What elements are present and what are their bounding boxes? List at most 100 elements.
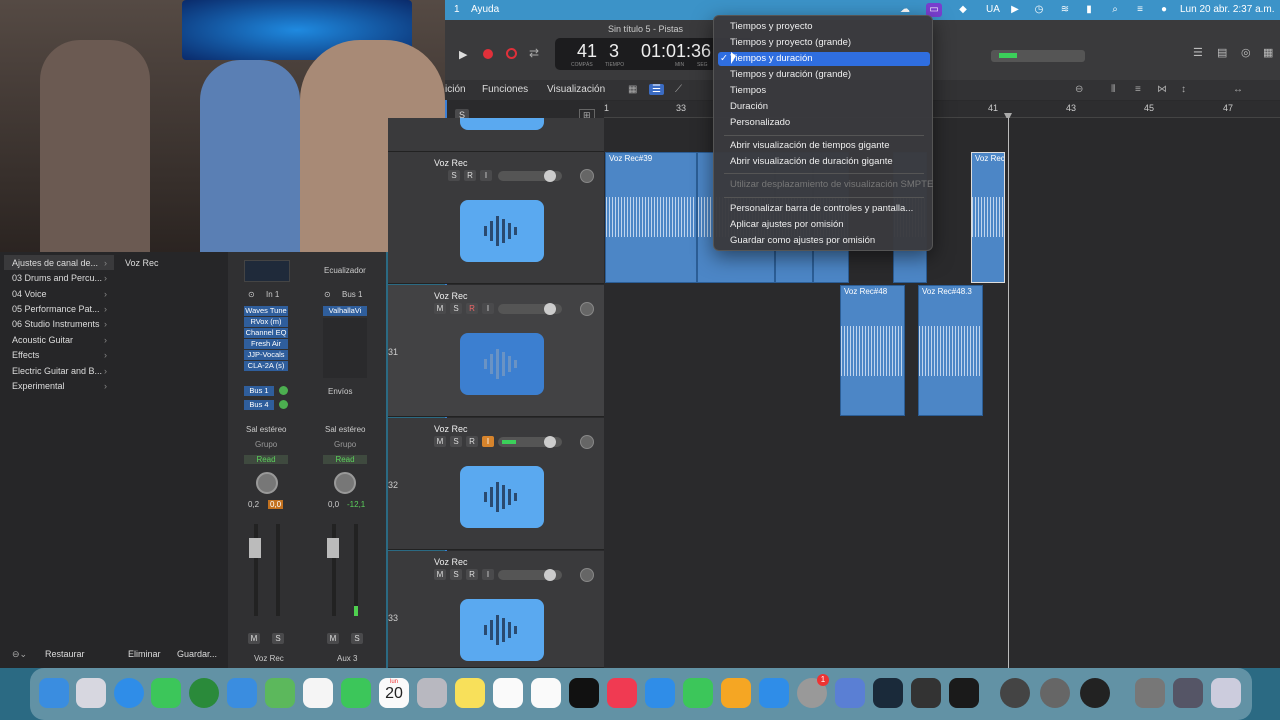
link-icon[interactable]: ⊙ — [248, 290, 255, 299]
input-monitor-button[interactable]: I — [482, 436, 494, 447]
save-button[interactable]: Guardar... — [177, 649, 217, 659]
menu-item[interactable]: Duración — [718, 100, 930, 114]
send-knob[interactable] — [279, 400, 288, 409]
functions-menu[interactable]: Funciones — [482, 84, 528, 95]
track-header[interactable]: Voz Rec S R I — [388, 152, 604, 284]
track-header[interactable]: Voz Rec M S R I 33 — [388, 551, 604, 668]
menu-item[interactable]: Tiempos y proyecto — [718, 20, 930, 34]
list-view-icon[interactable]: ☰ — [649, 84, 664, 95]
clock[interactable]: Lun 20 abr. 2:37 a.m. — [1180, 4, 1275, 15]
audio-app-icon[interactable] — [873, 678, 903, 708]
library-item[interactable]: Acoustic Guitar — [12, 335, 73, 345]
track-volume-slider[interactable] — [498, 170, 562, 182]
library-item[interactable]: Electric Guitar and B... — [12, 366, 102, 376]
track-volume-slider[interactable] — [498, 436, 562, 448]
grid-icon[interactable]: ▦ — [628, 84, 637, 95]
menu-item[interactable]: Tiempos y duración (grande) — [718, 68, 930, 82]
menu-item[interactable]: Guardar como ajustes por omisión — [718, 234, 930, 248]
pan-value[interactable]: 0,2 — [248, 500, 259, 509]
solo-button[interactable]: S — [448, 170, 460, 181]
pan-knob[interactable] — [580, 302, 594, 316]
messages-icon[interactable] — [151, 678, 181, 708]
app-icon[interactable] — [949, 678, 979, 708]
trash-icon[interactable] — [1211, 678, 1241, 708]
edit-menu[interactable]: ición — [445, 84, 466, 95]
solo-button[interactable]: S — [351, 633, 363, 644]
eq-thumbnail[interactable] — [244, 260, 290, 282]
menu-item[interactable]: Personalizado — [718, 116, 930, 130]
menu-item[interactable]: Personalizar barra de controles y pantal… — [718, 202, 930, 216]
input-slot[interactable]: Bus 1 — [342, 290, 362, 299]
record-enable-button[interactable]: R — [466, 303, 478, 314]
pan-knob[interactable] — [334, 472, 356, 494]
track-volume-slider[interactable] — [498, 569, 562, 581]
music-icon[interactable] — [607, 678, 637, 708]
track-name[interactable]: Voz Rec — [434, 424, 468, 434]
master-volume-slider[interactable] — [991, 50, 1085, 62]
timeline-ruler[interactable]: 1 33 41 43 45 47 — [604, 101, 1280, 121]
photos-icon[interactable] — [303, 678, 333, 708]
menu-item-help[interactable]: Ayuda — [471, 4, 499, 15]
diamond-icon[interactable]: ◆ — [956, 3, 970, 17]
send-slot[interactable]: Bus 4 — [244, 400, 274, 410]
library-selected[interactable]: Voz Rec — [125, 258, 159, 268]
solo-button[interactable]: S — [272, 633, 284, 644]
plugin-slot[interactable]: ValhallaVi — [323, 306, 367, 316]
menu-item[interactable]: Tiempos y proyecto (grande) — [718, 36, 930, 50]
fader-handle[interactable] — [249, 538, 261, 558]
track-volume-slider[interactable] — [498, 303, 562, 315]
play-circle-icon[interactable]: ▶ — [1008, 3, 1022, 17]
reminders-icon[interactable] — [493, 678, 523, 708]
input-source[interactable]: UA — [986, 4, 1000, 15]
library-item[interactable]: 05 Performance Pat... — [12, 304, 100, 314]
record-enable-button[interactable]: R — [464, 170, 476, 181]
snap-icon[interactable]: ⊖ — [1075, 84, 1083, 95]
track-header-partial[interactable] — [388, 118, 604, 152]
mute-button[interactable]: M — [434, 436, 446, 447]
contacts-icon[interactable] — [417, 678, 447, 708]
library-item[interactable]: 03 Drums and Percu... — [12, 273, 102, 283]
library-header[interactable]: Ajustes de canal de... — [12, 258, 98, 268]
chrome-icon[interactable] — [189, 678, 219, 708]
menu-item[interactable]: Abrir visualización de tiempos gigante — [718, 139, 930, 153]
plugin-slot[interactable]: JJP-Vocals — [244, 350, 288, 360]
system-settings-icon[interactable]: 1 — [797, 674, 829, 708]
note-pad-icon[interactable]: ▤ — [1217, 46, 1227, 59]
group-slot[interactable]: Grupo — [255, 440, 277, 449]
mute-button[interactable]: M — [327, 633, 339, 644]
menu-item-selected[interactable]: ✓ Tiempos y duración — [718, 52, 930, 66]
automation-mode[interactable]: Read — [244, 455, 288, 464]
solo-button[interactable]: S — [450, 436, 462, 447]
calendar-icon[interactable]: lun 20 — [379, 678, 409, 708]
volume-value[interactable]: -12,1 — [347, 500, 365, 509]
tv-icon[interactable] — [569, 678, 599, 708]
plugin-slot[interactable]: Channel EQ — [244, 328, 288, 338]
finder-icon[interactable] — [39, 678, 69, 708]
numbers-icon[interactable] — [683, 678, 713, 708]
app-icon[interactable] — [1000, 678, 1030, 708]
cycle-icon[interactable]: ⇄ — [529, 46, 539, 60]
wifi-icon[interactable]: ≋ — [1058, 3, 1072, 17]
app-icon[interactable] — [1040, 678, 1070, 708]
mute-button[interactable]: M — [434, 569, 446, 580]
pan-knob[interactable] — [580, 435, 594, 449]
mail-icon[interactable] — [227, 678, 257, 708]
input-monitor-button[interactable]: I — [480, 170, 492, 181]
browser-icon[interactable]: ▦ — [1263, 46, 1273, 59]
menu-item-number[interactable]: 1 — [454, 4, 460, 15]
vertical-zoom-icon[interactable]: ↕ — [1181, 84, 1186, 95]
facetime-icon[interactable] — [341, 678, 371, 708]
pan-knob[interactable] — [580, 568, 594, 582]
pages-icon[interactable] — [721, 678, 751, 708]
pan-value[interactable]: 0,0 — [328, 500, 339, 509]
restore-button[interactable]: Restaurar — [45, 649, 85, 659]
fader-handle[interactable] — [327, 538, 339, 558]
obs-icon[interactable] — [1080, 678, 1110, 708]
app-store-icon[interactable] — [759, 678, 789, 708]
audio-region[interactable]: Voz Rec#39 — [605, 152, 697, 283]
channel-name[interactable]: Aux 3 — [337, 654, 357, 663]
replace-button[interactable] — [506, 48, 517, 59]
plugin-slot[interactable]: Fresh Air — [244, 339, 288, 349]
pan-knob[interactable] — [580, 169, 594, 183]
output-slot[interactable]: Sal estéreo — [325, 425, 365, 434]
